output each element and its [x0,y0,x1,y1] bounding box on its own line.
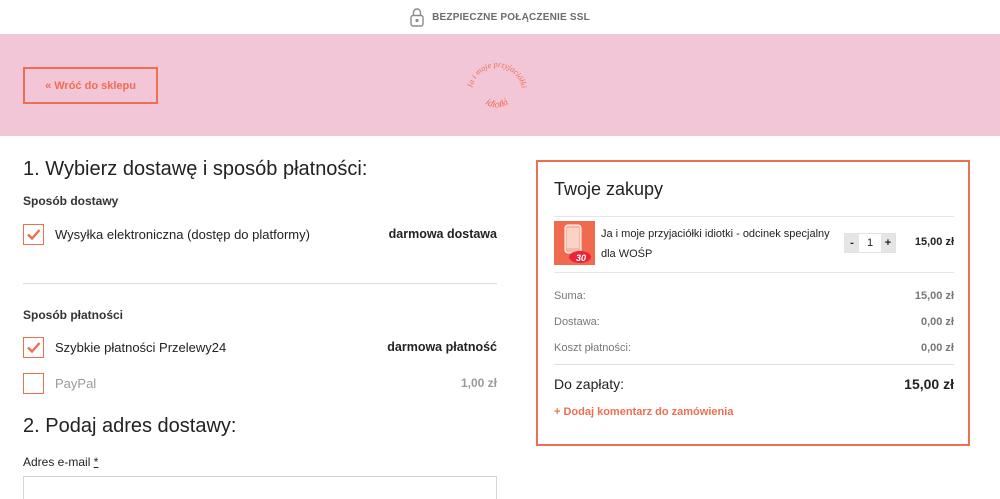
summary-row-delivery: Dostawa: 0,00 zł [554,316,954,328]
header-banner: « Wróć do sklepu Ja i moje przyjaciółki … [0,34,1000,136]
quantity-value[interactable]: 1 [859,234,881,252]
product-price: 15,00 zł [914,236,954,248]
summary-label: Dostawa: [554,316,600,328]
divider [554,364,954,365]
product-name: Ja i moje przyjaciółki idiotki - odcinek… [601,228,830,260]
payment-heading: Sposób płatności [23,308,124,322]
step1-title: 1. Wybierz dostawę i sposób płatności: [23,158,368,180]
quantity-stepper: - 1 + [844,233,896,253]
logo-bottom-text: idiotki [483,97,510,111]
cart-title: Twoje zakupy [554,179,664,199]
shop-logo[interactable]: Ja i moje przyjaciółki idiotki [462,52,532,118]
email-field[interactable] [23,476,497,499]
summary-row-subtotal: Suma: 15,00 zł [554,290,954,302]
total-label: Do zapłaty: [554,376,625,392]
section-divider [23,283,497,284]
ssl-bar: BEZPIECZNE POŁĄCZENIE SSL [0,0,1000,34]
logo-top-text: Ja i moje przyjaciółki [465,60,528,90]
decrease-quantity-button[interactable]: - [845,234,859,252]
divider [554,272,954,273]
payment-option-przelewy24[interactable]: Szybkie płatności Przelewy24 darmowa pła… [23,336,497,358]
product-badge: 30 [576,253,586,263]
ssl-label: BEZPIECZNE POŁĄCZENIE SSL [432,11,590,23]
divider [554,216,954,217]
summary-value: 0,00 zł [920,342,954,354]
payment-option-label: PayPal [55,375,97,391]
svg-text:Ja i moje przyjaciółki: Ja i moje przyjaciółki [465,60,528,90]
step2-title: 2. Podaj adres dostawy: [23,415,237,437]
back-to-shop-button[interactable]: « Wróć do sklepu [23,67,158,104]
payment-option-price: 1,00 zł [460,376,497,390]
product-thumbnail: 30 [554,221,595,265]
required-mark: * [93,455,99,469]
payment-checkbox-paypal[interactable] [23,372,44,394]
delivery-option-label: Wysyłka elektroniczna (dostęp do platfor… [55,226,310,242]
checkmark-icon [27,228,41,240]
delivery-checkbox[interactable] [23,223,44,245]
summary-value: 15,00 zł [914,290,954,302]
email-label: Adres e-mail * [23,455,98,469]
delivery-heading: Sposób dostawy [23,194,119,208]
svg-text:idiotki: idiotki [483,97,510,111]
payment-checkbox-przelewy24[interactable] [23,336,44,358]
payment-option-paypal[interactable]: PayPal 1,00 zł [23,372,497,394]
summary-value: 0,00 zł [920,316,954,328]
summary-label: Suma: [554,290,586,302]
payment-option-price: darmowa płatność [387,340,497,354]
total-value: 15,00 zł [904,376,954,392]
lock-icon [410,7,424,27]
cart-summary: Twoje zakupy 30 Ja i moje przyjaciółki i… [536,160,970,446]
payment-option-label: Szybkie płatności Przelewy24 [55,339,227,355]
summary-label: Koszt płatności: [554,342,632,354]
add-comment-link[interactable]: + Dodaj komentarz do zamówienia [554,406,733,418]
email-label-text: Adres e-mail [23,455,91,469]
total-row: Do zapłaty: 15,00 zł [554,376,954,392]
checkmark-icon [27,341,41,353]
summary-row-payment-cost: Koszt płatności: 0,00 zł [554,342,954,354]
delivery-option-price: darmowa dostawa [388,227,497,241]
increase-quantity-button[interactable]: + [881,234,895,252]
delivery-option-electronic[interactable]: Wysyłka elektroniczna (dostęp do platfor… [23,223,497,245]
